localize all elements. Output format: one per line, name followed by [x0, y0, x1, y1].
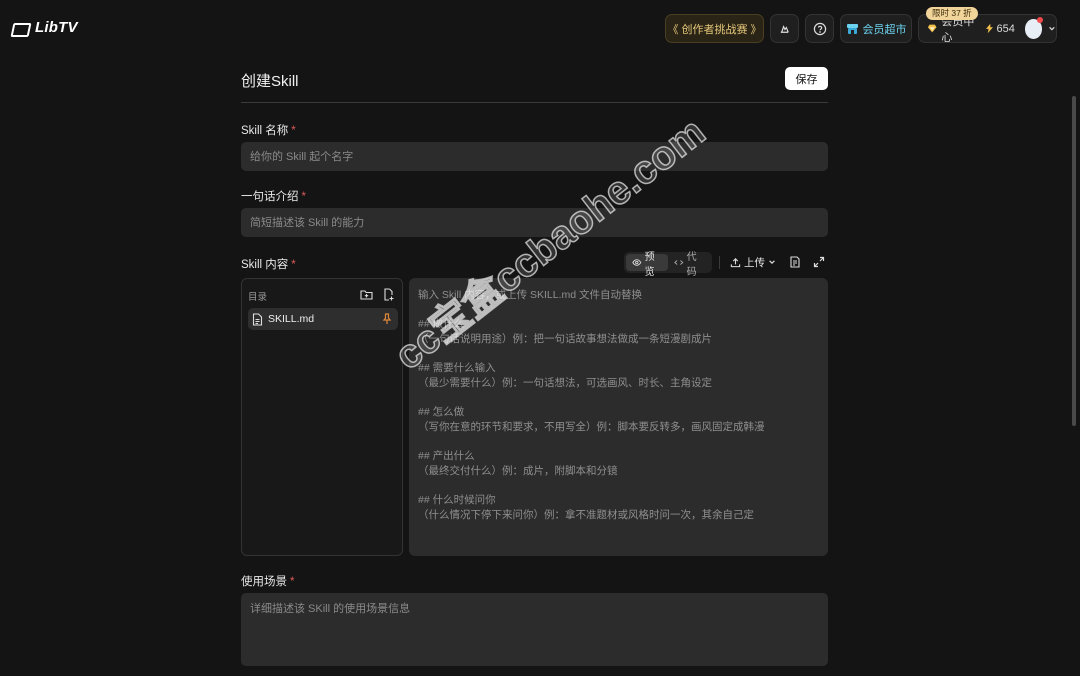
scenario-label-text: 使用场景 — [241, 576, 287, 588]
file-tree-panel: 目录 SKILL.md — [241, 278, 403, 556]
expand-button[interactable] — [813, 251, 825, 273]
top-bar: LibTV 《 创作者挑战赛 》 会员超市 限时 37 折 会员中心 654 — [0, 0, 1080, 56]
scenario-label: 使用场景 * — [241, 573, 294, 589]
sale-badge: 限时 37 折 — [926, 7, 978, 20]
chevron-down-icon[interactable] — [1048, 24, 1056, 33]
upload-button[interactable]: 上传 — [730, 251, 776, 273]
pin-icon[interactable] — [382, 313, 392, 325]
upload-label: 上传 — [744, 256, 765, 269]
app-name: LibTV — [35, 19, 78, 36]
skill-content-label: Skill 内容 * — [241, 256, 296, 272]
new-file-icon[interactable] — [382, 288, 395, 301]
scenario-input[interactable] — [241, 593, 828, 666]
skill-name-label: Skill 名称 * — [241, 122, 296, 138]
help-button[interactable] — [805, 14, 834, 43]
help-icon — [813, 22, 826, 35]
logo-mark-icon — [12, 21, 30, 35]
expand-icon — [813, 256, 825, 268]
view-mode-toggle: 预览 代码 — [624, 252, 712, 278]
code-label: 代码 — [686, 251, 697, 278]
required-mark: * — [301, 191, 306, 203]
tree-title: 目录 — [248, 292, 268, 303]
gesture-button[interactable] — [770, 14, 799, 43]
required-mark: * — [290, 576, 295, 588]
intro-label: 一句话介绍 * — [241, 188, 306, 204]
intro-input[interactable] — [241, 208, 828, 237]
new-folder-icon[interactable] — [360, 288, 373, 301]
file-icon — [252, 312, 263, 326]
store-icon — [846, 23, 858, 34]
skill-name-input[interactable] — [241, 142, 828, 171]
skill-content-editor[interactable] — [409, 278, 828, 556]
page-title: 创建Skill — [241, 73, 299, 90]
eye-icon — [632, 259, 642, 266]
hand-gesture-icon — [780, 25, 789, 33]
template-button[interactable] — [789, 251, 801, 273]
file-item-skill-md[interactable]: SKILL.md — [248, 308, 398, 330]
credits-count: 654 — [996, 22, 1015, 35]
chevron-down-icon — [769, 260, 775, 265]
avatar[interactable] — [1024, 16, 1044, 39]
notification-dot — [1037, 16, 1044, 23]
app-logo[interactable]: LibTV — [12, 19, 78, 36]
upload-icon — [730, 257, 741, 267]
code-tab[interactable]: 代码 — [668, 252, 710, 278]
skill-content-label-text: Skill 内容 — [241, 259, 289, 271]
preview-tab[interactable]: 预览 — [626, 252, 668, 278]
creator-challenge-button[interactable]: 《 创作者挑战赛 》 — [665, 14, 764, 43]
document-icon — [790, 256, 800, 268]
lightning-icon — [985, 23, 993, 34]
preview-label: 预览 — [644, 251, 655, 278]
required-mark: * — [291, 259, 296, 271]
skill-name-label-text: Skill 名称 — [241, 125, 289, 137]
diamond-icon — [927, 24, 937, 33]
save-button[interactable]: 保存 — [785, 67, 828, 90]
file-name: SKILL.md — [268, 313, 315, 325]
toolbar-separator — [719, 256, 720, 269]
vip-market-label: 会员超市 — [862, 23, 907, 36]
required-mark: * — [291, 125, 296, 137]
header-divider — [241, 102, 828, 103]
page-scrollbar[interactable] — [1072, 96, 1076, 426]
vip-market-button[interactable]: 会员超市 — [840, 14, 912, 43]
intro-label-text: 一句话介绍 — [241, 191, 299, 203]
code-icon — [674, 260, 684, 265]
